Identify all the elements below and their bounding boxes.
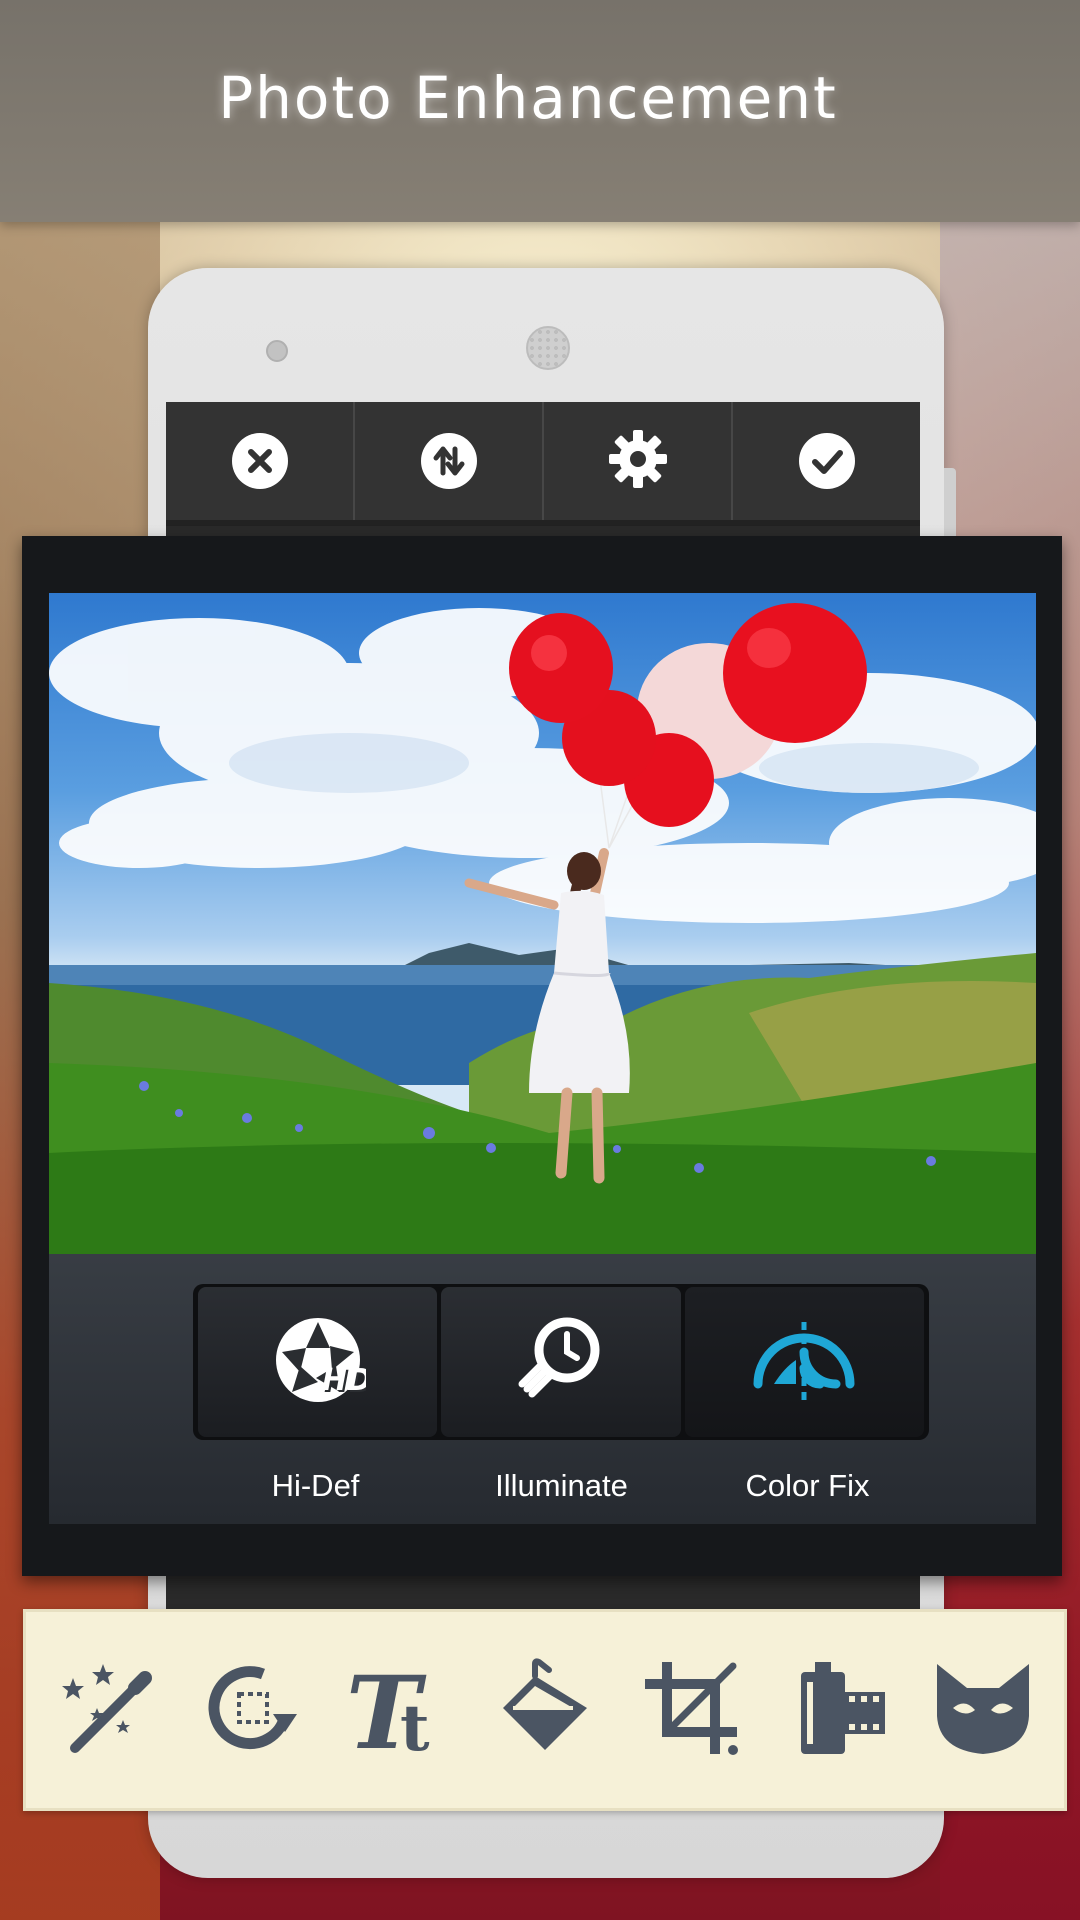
tool-strip: T t [23,1609,1067,1811]
editor-toolbar [166,402,920,526]
settings-button[interactable] [544,402,733,520]
film-tool[interactable] [777,1650,897,1770]
close-icon [231,433,288,489]
crop-tool[interactable] [631,1650,751,1770]
color-fix-icon [744,1312,864,1412]
rotate-tool[interactable] [193,1650,313,1770]
paint-bucket-icon [495,1658,595,1762]
header-bar: Photo Enhancement [0,0,1080,222]
text-icon: T t [344,1654,454,1772]
illuminate-label: Illuminate [495,1468,628,1503]
confirm-button[interactable] [733,402,920,520]
cancel-button[interactable] [166,402,355,520]
phone-camera [266,340,288,362]
phone-speaker [526,326,570,370]
swap-button[interactable] [355,402,544,520]
lightbulb-icon [513,1312,609,1412]
gear-icon [607,428,669,494]
magic-wand-icon [57,1658,157,1762]
photo-preview[interactable] [49,593,1036,1254]
text-tool[interactable]: T t [339,1650,459,1772]
illuminate-button[interactable] [441,1287,681,1437]
film-icon [787,1658,887,1762]
hd-aperture-icon: HD HD [270,1312,374,1412]
svg-text:HD: HD [322,1363,366,1398]
magic-wand-tool[interactable] [47,1650,167,1770]
enhance-button-group: HD HD [193,1284,929,1440]
enhancement-card: HD HD [22,536,1062,1576]
color-fix-label: Color Fix [745,1468,870,1503]
page-title: Photo Enhancement [218,64,838,132]
cat-mask-icon [931,1658,1035,1762]
hi-def-label: Hi-Def [271,1468,360,1503]
mask-tool[interactable] [923,1650,1043,1770]
crop-icon [641,1658,741,1762]
color-fix-button[interactable] [684,1287,924,1437]
rotate-icon [203,1658,303,1762]
paint-bucket-tool[interactable] [485,1650,605,1770]
svg-text:t: t [400,1691,430,1758]
hi-def-button[interactable]: HD HD [198,1287,438,1437]
swap-icon [420,433,477,489]
check-icon [798,433,855,489]
enhance-panel: HD HD [49,1254,1036,1524]
